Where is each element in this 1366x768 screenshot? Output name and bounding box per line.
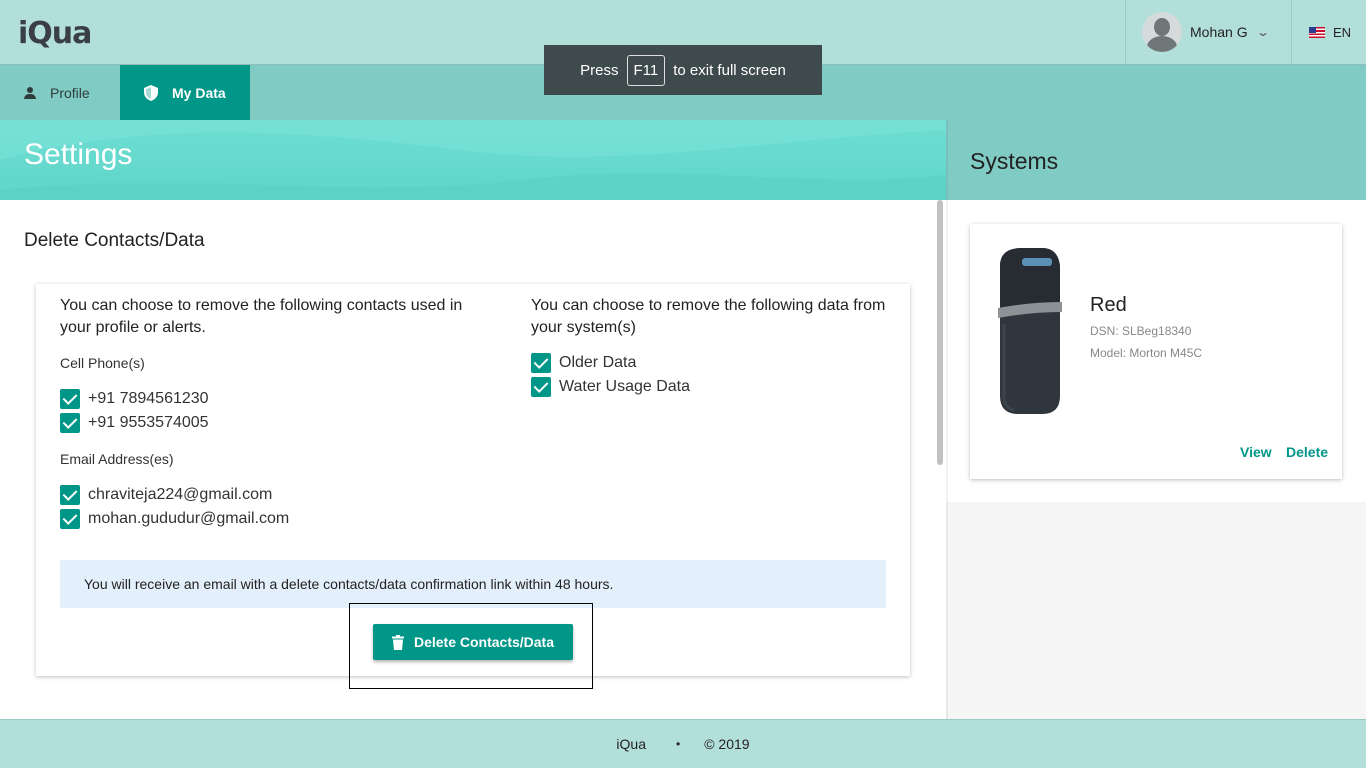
delete-system-button[interactable]: Delete <box>1286 444 1328 460</box>
info-text: You will receive an email with a delete … <box>84 576 614 592</box>
phone-checkbox-row[interactable]: +91 9553574005 <box>60 413 209 433</box>
footer-copyright: © 2019 <box>704 736 750 752</box>
delete-button-label: Delete Contacts/Data <box>413 634 555 650</box>
email-checkbox-row[interactable]: mohan.gududur@gmail.com <box>60 509 289 529</box>
user-menu[interactable]: Mohan G ⌄ <box>1125 0 1291 64</box>
data-item-label: Older Data <box>559 354 637 371</box>
user-name: Mohan G <box>1190 24 1248 40</box>
system-dsn: DSN: SLBeg18340 <box>1090 324 1192 338</box>
systems-header: Systems <box>946 120 1366 200</box>
us-flag-icon <box>1309 26 1325 38</box>
checkbox-checked[interactable] <box>60 389 80 409</box>
email-address: chraviteja224@gmail.com <box>88 486 273 503</box>
scrollbar-thumb[interactable] <box>937 200 943 465</box>
language-selector[interactable]: EN <box>1291 0 1366 64</box>
system-name: Red <box>1090 294 1127 316</box>
settings-banner: Settings <box>0 120 946 200</box>
chevron-down-icon: ⌄ <box>1255 25 1270 39</box>
section-title: Delete Contacts/Data <box>24 230 205 251</box>
phone-number: +91 9553574005 <box>88 414 209 431</box>
delete-data-card: You can choose to remove the following c… <box>36 284 910 676</box>
systems-empty-area <box>946 502 1366 719</box>
system-card: Red DSN: SLBeg18340 Model: Morton M45C V… <box>970 224 1342 479</box>
phone-number: +91 7894561230 <box>88 390 209 407</box>
emails-label: Email Address(es) <box>60 451 174 467</box>
footer-brand: iQua <box>616 736 646 752</box>
fullscreen-toast: Press F11 to exit full screen <box>544 45 822 95</box>
checkbox-checked[interactable] <box>60 413 80 433</box>
toast-key: F11 <box>626 54 666 86</box>
phone-checkbox-row[interactable]: +91 7894561230 <box>60 389 209 409</box>
tab-profile[interactable]: Profile <box>0 65 120 120</box>
panel-divider <box>946 120 948 719</box>
checkbox-checked[interactable] <box>60 485 80 505</box>
email-checkbox-row[interactable]: chraviteja224@gmail.com <box>60 485 272 505</box>
tab-my-data-label: My Data <box>172 84 226 101</box>
info-notice: You will receive an email with a delete … <box>60 560 886 608</box>
contacts-intro: You can choose to remove the following c… <box>60 297 463 336</box>
trash-icon <box>391 634 404 650</box>
system-model: Model: Morton M45C <box>1090 346 1203 360</box>
data-checkbox-row[interactable]: Water Usage Data <box>531 377 690 397</box>
language-label: EN <box>1333 24 1352 40</box>
page-title: Settings <box>24 138 133 171</box>
data-item-label: Water Usage Data <box>559 378 691 395</box>
systems-title: Systems <box>970 148 1059 174</box>
data-checkbox-row[interactable]: Older Data <box>531 353 636 373</box>
shield-icon <box>144 84 158 101</box>
delete-contacts-data-button[interactable]: Delete Contacts/Data <box>373 624 573 660</box>
avatar <box>1142 12 1182 52</box>
person-icon <box>24 86 36 99</box>
toast-suffix: to exit full screen <box>673 61 786 79</box>
wave-decoration <box>0 120 946 200</box>
tab-profile-label: Profile <box>50 84 90 101</box>
checkbox-checked[interactable] <box>60 509 80 529</box>
footer: iQua • © 2019 <box>0 719 1366 768</box>
footer-separator: • <box>676 737 681 751</box>
iqua-logo[interactable]: iQua <box>18 16 92 51</box>
water-softener-image <box>998 248 1062 414</box>
toast-prefix: Press <box>580 61 619 79</box>
data-intro: You can choose to remove the following d… <box>531 297 886 336</box>
checkbox-checked[interactable] <box>531 353 551 373</box>
view-system-button[interactable]: View <box>1240 444 1272 460</box>
email-address: mohan.gududur@gmail.com <box>88 510 290 527</box>
settings-content: Delete Contacts/Data You can choose to r… <box>0 200 946 719</box>
phones-label: Cell Phone(s) <box>60 355 145 371</box>
tab-my-data[interactable]: My Data <box>120 65 250 120</box>
checkbox-checked[interactable] <box>531 377 551 397</box>
